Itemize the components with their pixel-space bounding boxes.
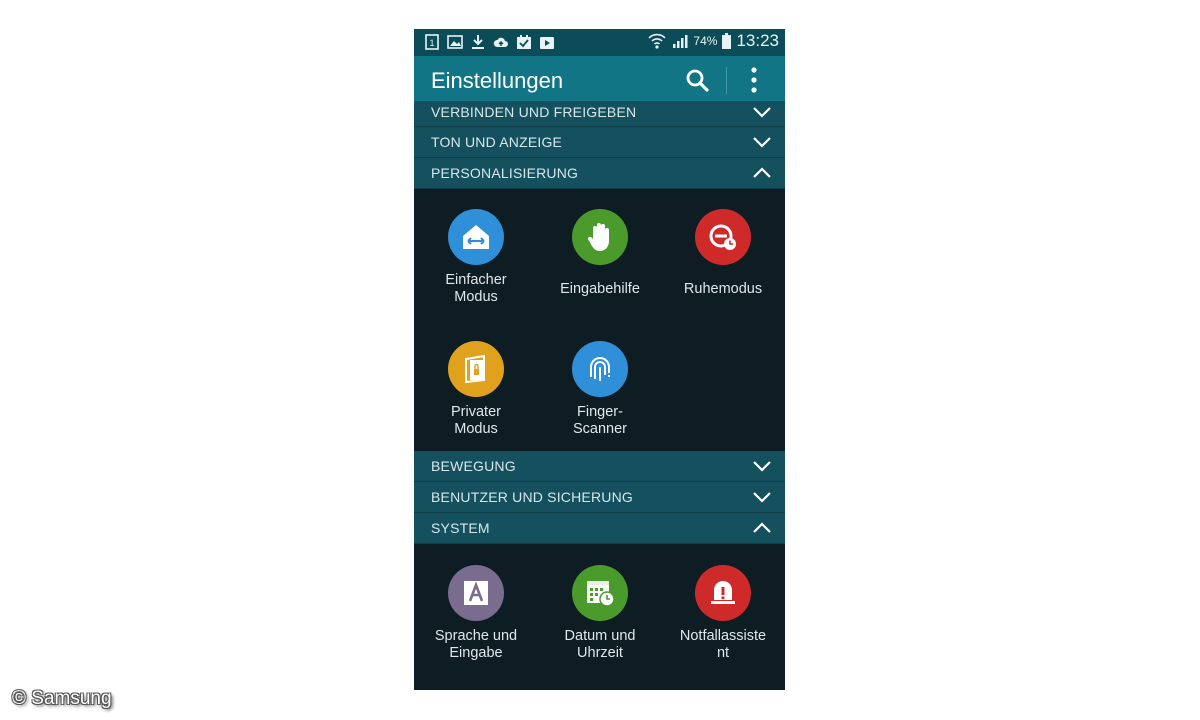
signal-icon [673,35,688,48]
svg-text:1: 1 [429,38,434,48]
chevron-down-icon [753,461,771,472]
phone-screen: 1 74% 13:23 Einstellungen VERBINDEN UND … [414,29,785,690]
battery-icon [722,33,732,49]
play-store-icon [540,37,554,49]
system-grid: Sprache und Eingabe Datum und Uhrzeit Notf… [414,544,785,690]
wifi-icon [648,33,667,49]
chevron-down-icon [753,137,771,148]
section-benutzer-und-sicherung[interactable]: BENUTZER UND SICHERUNG [414,482,785,513]
overflow-menu-icon[interactable] [748,66,760,94]
section-system[interactable]: SYSTEM [414,513,785,544]
page-title: Einstellungen [431,68,564,93]
setting-notfallassistent[interactable]: Notfallassiste nt [661,565,785,662]
action-bar: Einstellungen [414,56,785,104]
section-personalisierung[interactable]: PERSONALISIERUNG [414,158,785,189]
easy-mode-icon [448,209,504,265]
section-label: TON UND ANZEIGE [431,134,563,150]
download-icon [472,35,484,49]
fingerprint-icon [572,341,628,397]
private-lock-icon [448,341,504,397]
section-label: BEWEGUNG [431,458,516,474]
gallery-icon [447,35,463,49]
chevron-up-icon [753,167,771,178]
personalisierung-grid: Einfacher Modus Eingabehilfe Ruhemodus Pr… [414,189,785,451]
setting-privater-modus[interactable]: Privater Modus [414,341,538,438]
clock-time: 13:23 [736,31,779,50]
chevron-down-icon [753,107,771,118]
chevron-up-icon [753,522,771,533]
tile-label: Notfallassiste nt [679,628,767,661]
setting-einfacher-modus[interactable]: Einfacher Modus [414,209,538,306]
section-verbinden-und-freigeben[interactable]: VERBINDEN UND FREIGEBEN [414,101,785,127]
setting-eingabehilfe[interactable]: Eingabehilfe [538,209,662,298]
calendar-clock-icon [572,565,628,621]
setting-finger-scanner[interactable]: Finger- Scanner [538,341,662,438]
calendar-check-icon [517,35,531,49]
cloud-upload-icon [493,37,508,47]
section-ton-und-anzeige[interactable]: TON UND ANZEIGE [414,127,785,158]
tile-label: Privater Modus [451,404,501,437]
tile-label: Eingabehilfe [560,281,640,297]
tile-label: Ruhemodus [683,281,763,297]
setting-datum-und-uhrzeit[interactable]: Datum und Uhrzeit [538,565,662,662]
search-icon[interactable] [685,68,709,92]
section-label: VERBINDEN UND FREIGEBEN [431,104,637,120]
section-label: BENUTZER UND SICHERUNG [431,489,633,505]
status-bar: 1 74% 13:23 [414,29,785,56]
setting-sprache-und-eingabe[interactable]: Sprache und Eingabe [414,565,538,662]
copyright-watermark: © Samsung [12,688,112,709]
section-label: SYSTEM [431,520,490,536]
battery-percent: 74% [693,34,718,48]
language-a-icon [448,565,504,621]
sim-icon: 1 [425,34,439,50]
emergency-alert-icon [695,565,751,621]
tile-label: Einfacher Modus [445,272,507,305]
hand-icon [572,209,628,265]
tile-label: Datum und Uhrzeit [564,628,636,661]
section-bewegung[interactable]: BEWEGUNG [414,451,785,482]
action-bar-divider [726,67,727,94]
blocking-clock-icon [695,209,751,265]
tile-label: Finger- Scanner [572,404,627,437]
setting-ruhemodus[interactable]: Ruhemodus [661,209,785,298]
tile-label: Sprache und Eingabe [434,628,518,661]
section-label: PERSONALISIERUNG [431,165,579,181]
chevron-down-icon [753,492,771,503]
